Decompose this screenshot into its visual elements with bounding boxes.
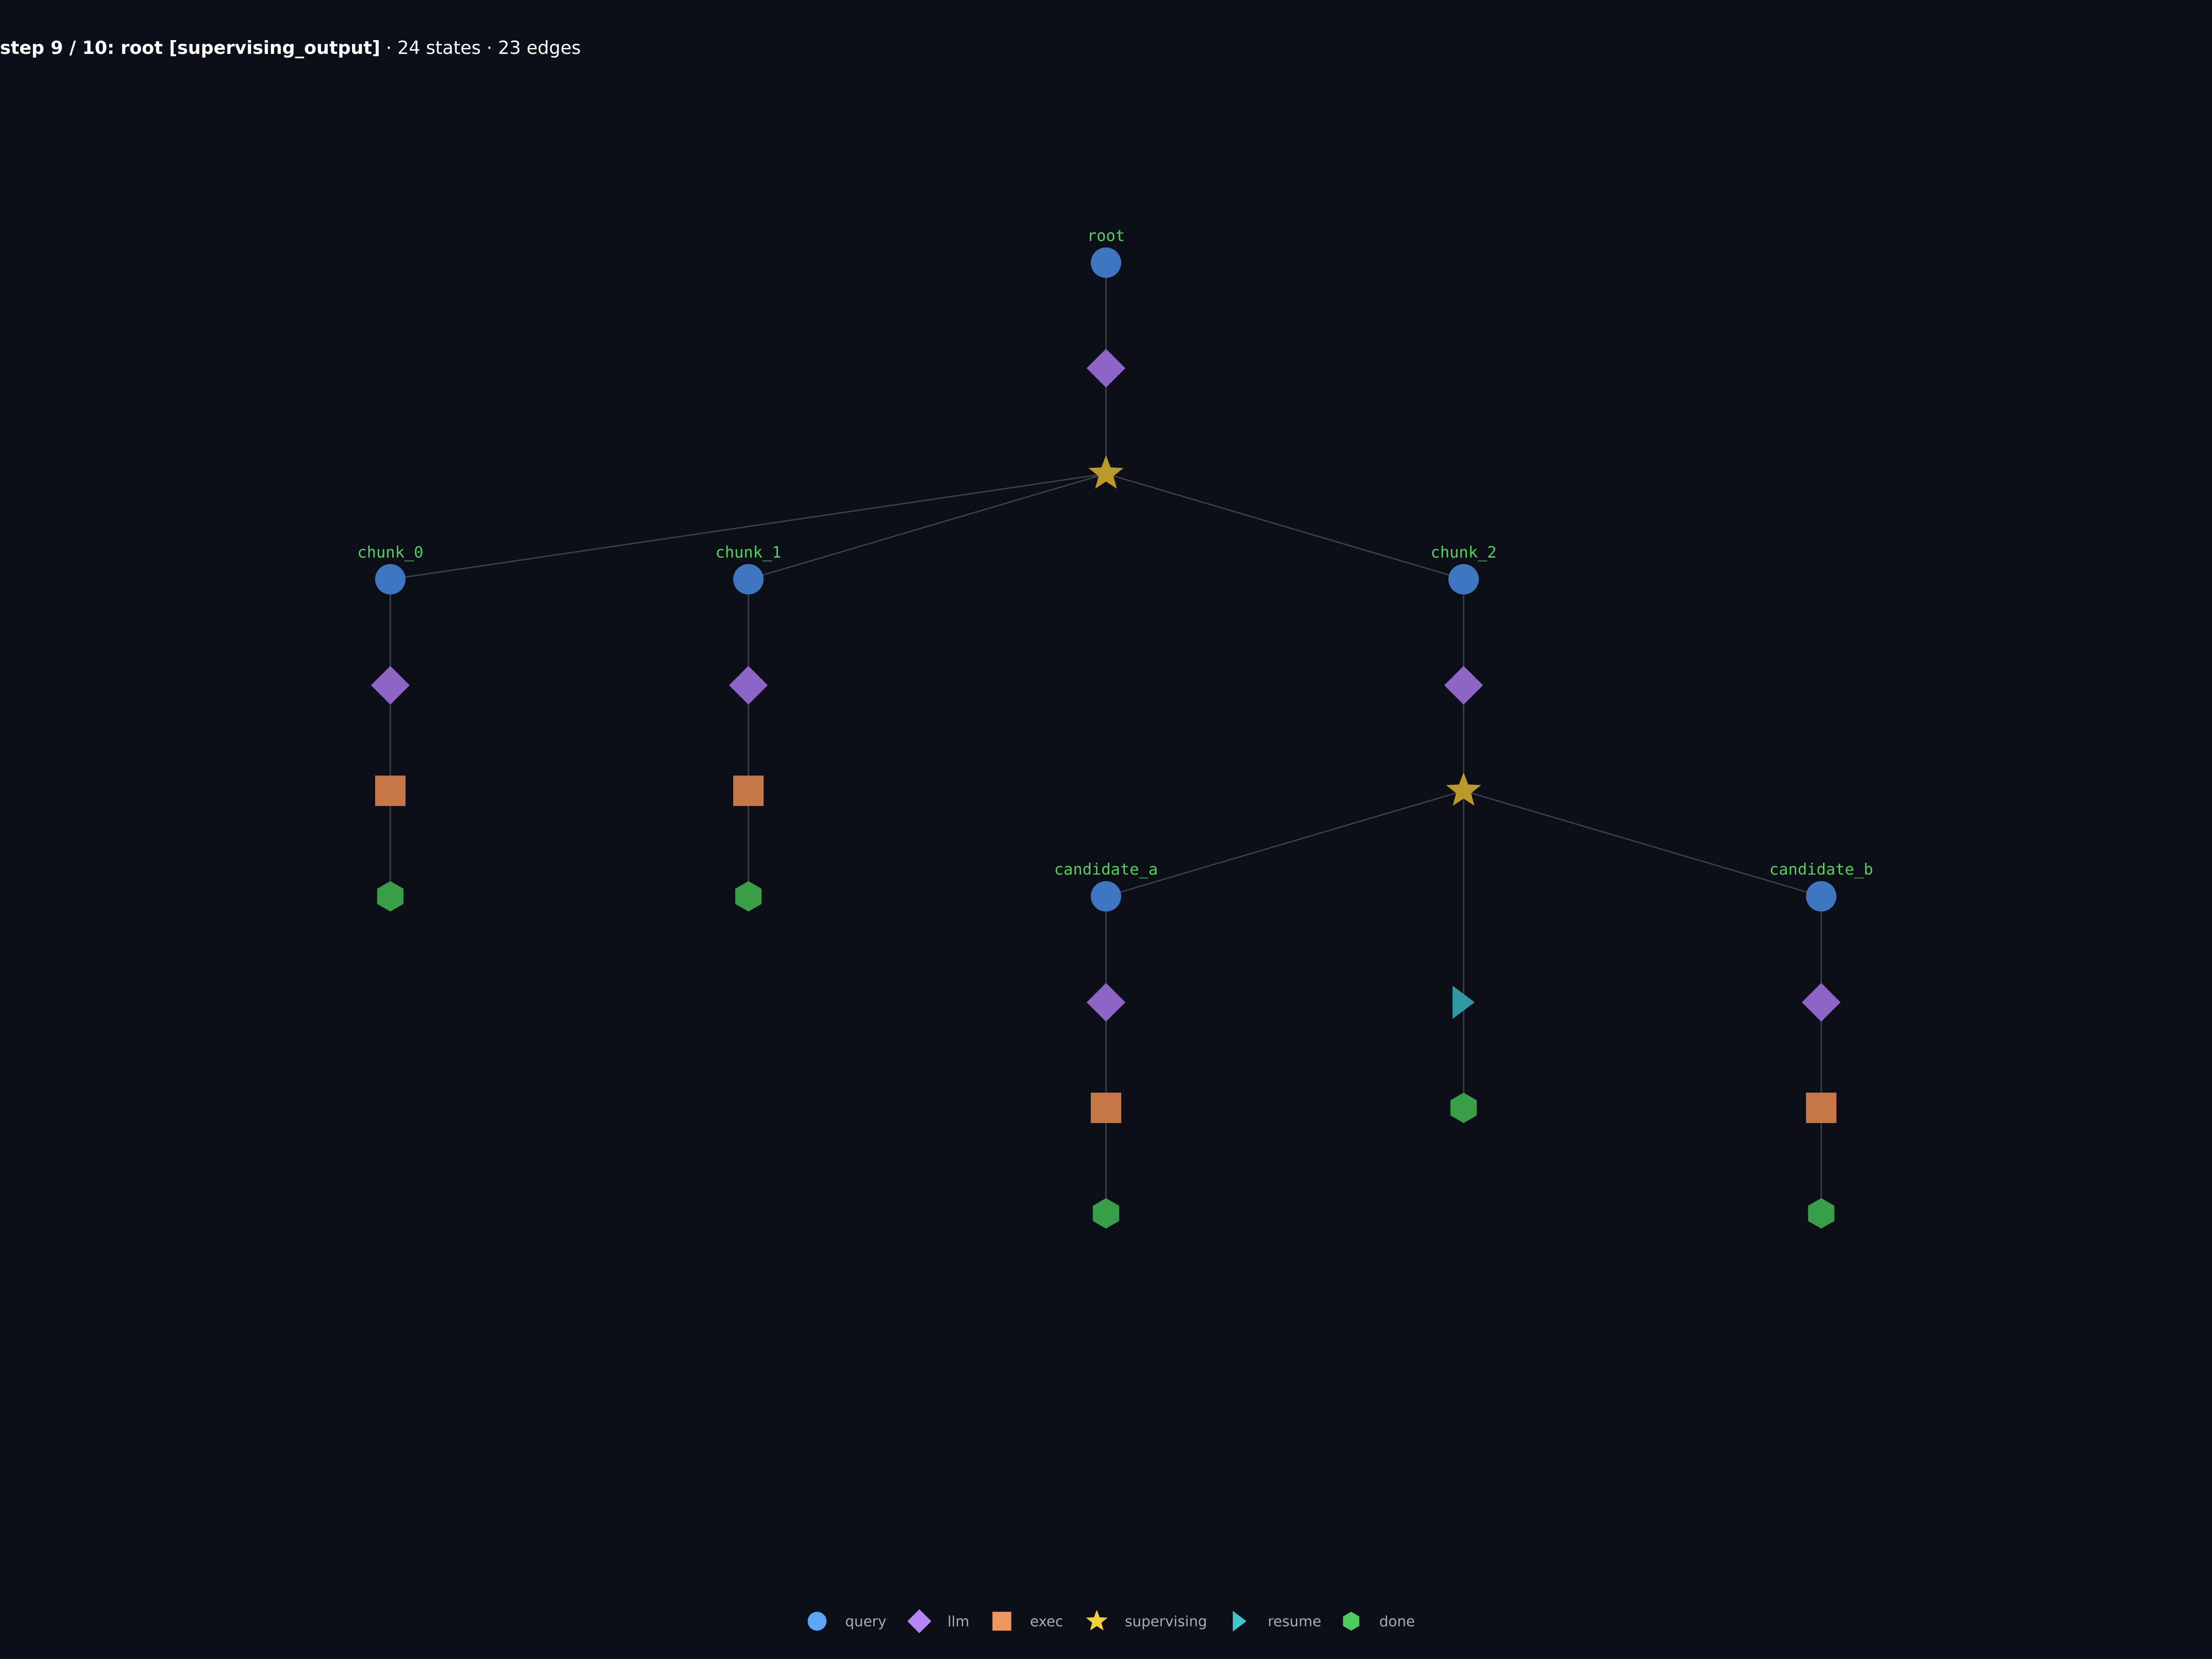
node-candidate_b_llm[interactable]	[1802, 983, 1841, 1022]
legend-item-exec: exec	[992, 1612, 1063, 1631]
legend-label: supervising	[1125, 1613, 1207, 1630]
step-title-bold: step 9 / 10: root [supervising_output]	[0, 38, 380, 59]
legend-label: resume	[1268, 1613, 1321, 1630]
legend-item-done: done	[1343, 1612, 1415, 1631]
node-label: chunk_1	[715, 543, 781, 562]
llm-node-shape	[371, 666, 410, 705]
llm-node-shape	[1087, 349, 1125, 388]
node-candidate_a_exec[interactable]	[1091, 1093, 1121, 1123]
node-chunk_0[interactable]: chunk_0	[357, 543, 424, 594]
node-chunk_1_exec[interactable]	[733, 776, 764, 806]
llm-node-shape	[1444, 666, 1483, 705]
llm-node-shape	[729, 666, 768, 705]
graph-nodes: root chunk_0 chunk_1 chunk_2 candidate_a cand…	[357, 227, 1873, 1229]
state-graph-canvas: step 9 / 10: root [supervising_output] ·…	[0, 38, 1873, 1634]
legend-item-supervising: supervising	[1086, 1610, 1207, 1631]
query-node-shape	[1091, 247, 1121, 278]
query-node-shape	[1448, 564, 1479, 594]
node-chunk_2_llm[interactable]	[1444, 666, 1483, 705]
node-chunk_0_llm[interactable]	[371, 666, 410, 705]
query-node-shape	[1806, 881, 1836, 912]
exec-node-shape	[733, 776, 764, 806]
exec-node-shape	[1806, 1093, 1836, 1123]
legend-label: done	[1379, 1613, 1415, 1630]
node-chunk_0_done[interactable]	[377, 881, 404, 912]
graph-edges	[389, 263, 1822, 1213]
node-candidate_a_done[interactable]	[1093, 1198, 1119, 1229]
node-candidate_b_done[interactable]	[1808, 1198, 1835, 1229]
node-chunk_0_exec[interactable]	[375, 776, 406, 806]
edge-root_sup-to-chunk_1	[748, 473, 1106, 580]
legend-item-resume: resume	[1233, 1611, 1321, 1632]
node-label: candidate_a	[1054, 860, 1158, 879]
node-label: candidate_b	[1769, 860, 1873, 879]
legend-item-llm: llm	[907, 1609, 969, 1634]
node-label: root	[1087, 227, 1125, 245]
node-root_sup[interactable]	[1088, 455, 1124, 489]
legend-label: llm	[947, 1613, 969, 1630]
done-node-shape	[1808, 1198, 1835, 1229]
edge-root_sup-to-chunk_0	[390, 473, 1106, 580]
edge-chunk_2_sup-to-candidate_a	[1106, 790, 1464, 897]
legend: query llm exec supervising resume done	[807, 1609, 1415, 1634]
llm-node-shape	[1802, 983, 1841, 1022]
node-chunk_2[interactable]: chunk_2	[1430, 543, 1497, 594]
node-root[interactable]: root	[1087, 227, 1125, 278]
step-title: step 9 / 10: root [supervising_output] ·…	[0, 38, 581, 59]
node-chunk_1[interactable]: chunk_1	[715, 543, 782, 594]
query-node-shape	[1091, 881, 1121, 912]
done-node-shape	[1450, 1093, 1477, 1123]
square-icon	[992, 1612, 1012, 1631]
diamond-icon	[907, 1609, 932, 1634]
circle-icon	[807, 1612, 827, 1631]
legend-label: exec	[1030, 1613, 1063, 1630]
step-title-counts: · 24 states · 23 edges	[380, 38, 581, 59]
query-node-shape	[375, 564, 406, 594]
exec-node-shape	[1091, 1093, 1121, 1123]
hexagon-icon	[1343, 1612, 1359, 1631]
edge-root_sup-to-chunk_2	[1106, 473, 1464, 580]
triangle-icon	[1233, 1611, 1247, 1632]
llm-node-shape	[1087, 983, 1125, 1022]
supervising-node-shape	[1088, 455, 1124, 489]
node-label: chunk_0	[357, 543, 423, 562]
node-chunk_1_done[interactable]	[735, 881, 762, 912]
node-chunk_2_done[interactable]	[1450, 1093, 1477, 1123]
node-candidate_a_llm[interactable]	[1087, 983, 1125, 1022]
exec-node-shape	[375, 776, 406, 806]
node-chunk_1_llm[interactable]	[729, 666, 768, 705]
done-node-shape	[735, 881, 762, 912]
node-root_llm[interactable]	[1087, 349, 1125, 388]
edge-chunk_2_sup-to-candidate_b	[1463, 790, 1822, 897]
star-icon	[1086, 1610, 1108, 1631]
query-node-shape	[733, 564, 764, 594]
legend-label: query	[845, 1613, 887, 1630]
done-node-shape	[1093, 1198, 1119, 1229]
legend-item-query: query	[807, 1612, 887, 1631]
done-node-shape	[377, 881, 404, 912]
node-candidate_b_exec[interactable]	[1806, 1093, 1836, 1123]
node-label: chunk_2	[1430, 543, 1496, 562]
